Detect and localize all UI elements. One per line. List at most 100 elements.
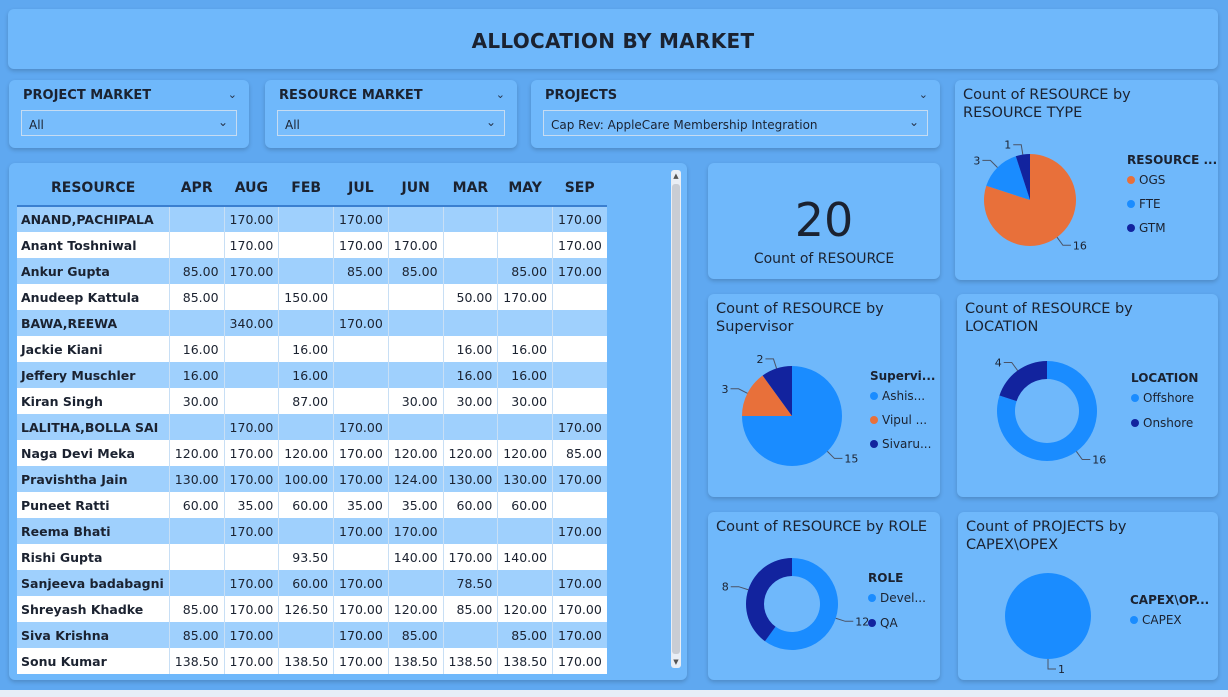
resource-market-dropdown[interactable]: All ⌄	[277, 110, 505, 136]
legend-item[interactable]: Ashis...	[882, 389, 925, 403]
allocation-cell	[442, 310, 498, 336]
legend-marker[interactable]	[1127, 224, 1135, 232]
legend-marker[interactable]	[1130, 616, 1138, 624]
table-row: Sanjeeva badabagni 170.00 60.00 170.00 78.50…	[17, 570, 607, 596]
chevron-down-icon[interactable]: ⌄	[218, 115, 228, 129]
allocation-cell: 170.00	[552, 570, 607, 596]
legend-item[interactable]: Vipul ...	[882, 413, 927, 427]
allocation-cell: 120.00	[387, 440, 444, 466]
allocation-cell: 170.00	[223, 596, 279, 622]
table-row: Puneet Ratti 60.00 35.00 60.00 35.00 35.00 60.…	[17, 492, 607, 518]
projects-label: PROJECTS	[545, 88, 618, 103]
legend-title: ROLE	[868, 571, 903, 585]
allocation-cell	[387, 414, 444, 440]
legend-item[interactable]: GTM	[1139, 221, 1166, 235]
column-header[interactable]: MAY	[497, 170, 553, 207]
legend-marker[interactable]	[1131, 419, 1139, 427]
legend-title: Supervi...	[870, 369, 935, 383]
chevron-down-icon[interactable]: ⌄	[228, 88, 237, 101]
data-label: 15	[844, 452, 858, 465]
legend-item[interactable]: OGS	[1139, 173, 1165, 187]
projects-slicer[interactable]: PROJECTS ⌄ Cap Rev: AppleCare Membership…	[531, 80, 940, 148]
allocation-cell: 170.00	[223, 518, 279, 544]
allocation-cell: 170.00	[552, 258, 607, 284]
column-header[interactable]: JUL	[333, 170, 389, 207]
allocation-cell	[442, 258, 498, 284]
pie-slice-capex[interactable]	[1005, 573, 1091, 659]
kpi-value: 20	[794, 193, 854, 247]
resource-type-pie: 16 3 1 RESOURCE ... OGS FTE GTM	[973, 139, 1217, 253]
allocation-cell: 120.00	[168, 440, 225, 466]
data-label: 8	[722, 581, 729, 594]
chevron-down-icon[interactable]: ⌄	[909, 115, 919, 129]
column-header[interactable]: JUN	[388, 170, 444, 207]
legend-item[interactable]: Onshore	[1143, 416, 1193, 430]
allocation-cell	[278, 310, 334, 336]
legend-marker[interactable]	[868, 619, 876, 627]
allocation-cell: 140.00	[387, 544, 444, 570]
resource-name-cell: BAWA,REEWA	[17, 310, 170, 336]
legend-marker[interactable]	[870, 392, 878, 400]
legend-title: LOCATION	[1131, 371, 1198, 385]
chevron-down-icon[interactable]: ⌄	[919, 88, 928, 101]
legend-item[interactable]: QA	[880, 616, 898, 630]
allocation-cell: 85.00	[168, 284, 225, 310]
column-header[interactable]: AUG	[224, 170, 279, 207]
table-scrollbar[interactable]: ▲ ▼	[671, 170, 681, 668]
legend-item[interactable]: Offshore	[1143, 391, 1194, 405]
allocation-cell: 16.00	[442, 362, 498, 388]
allocation-cell	[387, 206, 444, 232]
allocation-cell	[442, 518, 498, 544]
column-header[interactable]: SEP	[552, 170, 607, 207]
legend-item[interactable]: Devel...	[880, 591, 926, 605]
scroll-up-icon[interactable]: ▲	[671, 172, 681, 180]
kpi-label: Count of RESOURCE	[753, 251, 895, 267]
column-header[interactable]: RESOURCE	[17, 170, 170, 207]
allocation-cell	[333, 362, 389, 388]
resource-name-cell: Pravishtha Jain	[17, 466, 170, 492]
chevron-down-icon[interactable]: ⌄	[496, 88, 505, 101]
legend-item[interactable]: CAPEX	[1142, 613, 1182, 627]
projects-dropdown[interactable]: Cap Rev: AppleCare Membership Integratio…	[543, 110, 928, 136]
project-market-value: All	[29, 118, 44, 132]
legend-item[interactable]: FTE	[1139, 197, 1161, 211]
table-row: Ankur Gupta 85.00 170.00 85.00 85.00 85.00 170…	[17, 258, 607, 284]
legend-marker[interactable]	[868, 594, 876, 602]
legend-marker[interactable]	[1131, 394, 1139, 402]
column-header[interactable]: MAR	[443, 170, 498, 207]
allocation-cell	[278, 414, 334, 440]
column-header[interactable]: FEB	[278, 170, 334, 207]
column-header[interactable]: APR	[169, 170, 225, 207]
allocation-cell: 170.00	[223, 414, 279, 440]
legend-marker[interactable]	[1127, 176, 1135, 184]
legend-item[interactable]: Sivaru...	[882, 437, 931, 451]
allocation-cell	[223, 336, 279, 362]
allocation-cell: 16.00	[168, 362, 225, 388]
resource-name-cell: Puneet Ratti	[17, 492, 170, 518]
project-market-dropdown[interactable]: All ⌄	[21, 110, 237, 136]
legend-marker[interactable]	[1127, 200, 1135, 208]
allocation-cell: 35.00	[333, 492, 389, 518]
chevron-down-icon[interactable]: ⌄	[486, 115, 496, 129]
allocation-cell: 170.00	[223, 466, 279, 492]
scroll-down-icon[interactable]: ▼	[671, 658, 681, 666]
scrollbar-thumb[interactable]	[672, 184, 680, 654]
allocation-cell	[223, 544, 279, 570]
allocation-cell	[387, 336, 444, 362]
allocation-cell	[497, 518, 553, 544]
resource-market-slicer[interactable]: RESOURCE MARKET ⌄ All ⌄	[265, 80, 517, 148]
resource-name-cell: Anant Toshniwal	[17, 232, 170, 258]
data-label: 12	[855, 615, 869, 628]
allocation-cell	[168, 544, 225, 570]
pie-slice-onshore[interactable]	[999, 361, 1047, 402]
project-market-slicer[interactable]: PROJECT MARKET ⌄ All ⌄	[9, 80, 249, 148]
table-body: ANAND,PACHIPALA 170.00 170.00 170.00 Anant T…	[17, 206, 607, 674]
legend-marker[interactable]	[870, 440, 878, 448]
legend-marker[interactable]	[870, 416, 878, 424]
allocation-cell: 85.00	[168, 258, 225, 284]
table-row: LALITHA,BOLLA SAI 170.00 170.00 170.00	[17, 414, 607, 440]
allocation-cell: 35.00	[223, 492, 279, 518]
allocation-cell	[168, 310, 225, 336]
pie-slice-qa[interactable]	[746, 558, 792, 642]
allocation-cell: 170.00	[387, 518, 444, 544]
